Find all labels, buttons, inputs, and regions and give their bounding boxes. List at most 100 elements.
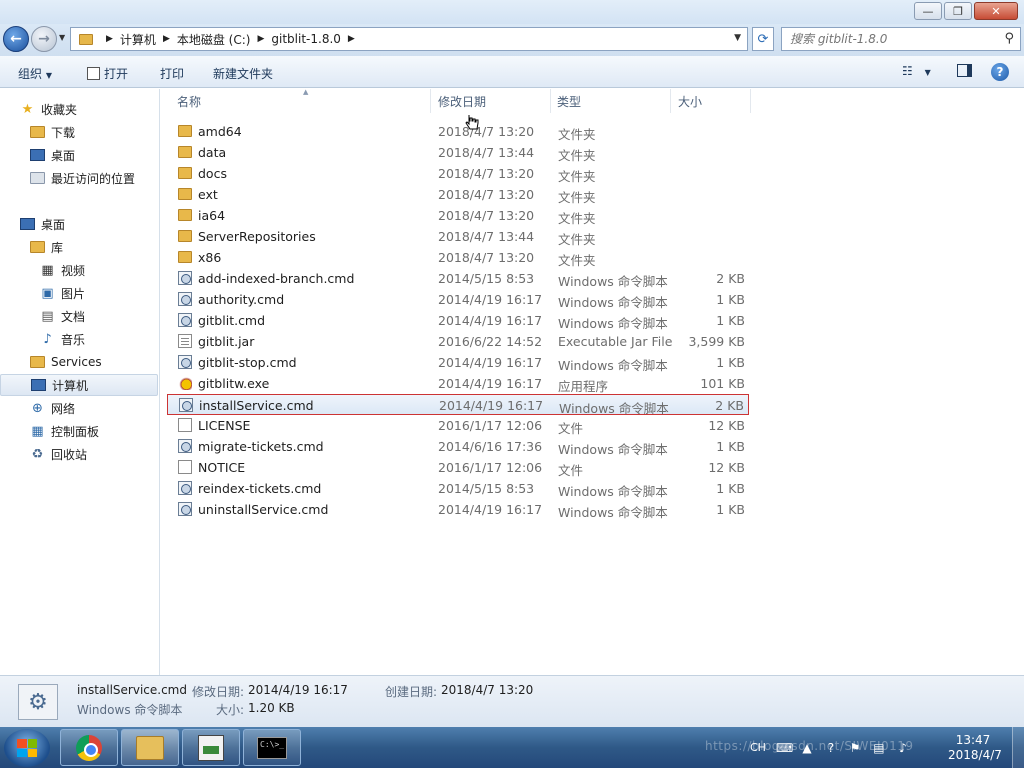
table-row[interactable]: reindex-tickets.cmd 2014/5/15 8:53 Windows… [167, 478, 749, 499]
nav-documents[interactable]: ▤ 文档 [0, 305, 158, 327]
nav-favorites[interactable]: ★ 收藏夹 [0, 98, 158, 120]
table-row[interactable]: migrate-tickets.cmd 2014/6/16 17:36 Window… [167, 436, 749, 457]
column-header-type[interactable]: 类型 [551, 89, 671, 113]
nav-music[interactable]: ♪ 音乐 [0, 328, 158, 350]
recent-pages-dropdown[interactable]: ▼ [59, 33, 65, 42]
navigation-pane: ★ 收藏夹 下载 桌面 最近访问的位置 桌面 库 ▦ 视频 ▣ 图片 ▤ 文档 ♪ 音乐 … [0, 89, 160, 675]
file-size: 2 KB [715, 398, 744, 413]
nav-label: 网络 [51, 401, 76, 416]
open-icon [87, 67, 100, 80]
start-button[interactable] [4, 729, 50, 767]
column-label: 大小 [678, 94, 703, 109]
organize-label: 组织 [18, 67, 43, 81]
file-type: 文件 [558, 421, 584, 436]
file-name: gitblit.jar [198, 334, 255, 349]
windows-logo-icon [17, 739, 37, 757]
nav-network[interactable]: ⊕ 网络 [0, 397, 158, 419]
back-button[interactable]: ← [3, 26, 29, 52]
taskbar-chrome[interactable] [60, 729, 118, 766]
nav-label: 图片 [61, 286, 86, 301]
nav-recycle-bin[interactable]: ♻ 回收站 [0, 443, 158, 465]
services-folder-icon [30, 355, 45, 369]
show-desktop-button[interactable] [1012, 727, 1024, 768]
breadcrumb-computer[interactable]: 计算机 [120, 31, 156, 48]
column-label: 修改日期 [438, 94, 487, 109]
breadcrumb-gitblit[interactable]: gitblit-1.8.0 [271, 32, 341, 46]
file-date: 2016/1/17 12:06 [438, 460, 543, 475]
nav-videos[interactable]: ▦ 视频 [0, 259, 158, 281]
table-row[interactable]: docs 2018/4/7 13:20 文件夹 [167, 163, 749, 184]
help-button[interactable]: ? [991, 63, 1009, 81]
table-row[interactable]: gitblit-stop.cmd 2014/4/19 16:17 Windows 命… [167, 352, 749, 373]
nav-desktop-favorite[interactable]: 桌面 [0, 144, 158, 166]
column-header-modified[interactable]: 修改日期 [431, 89, 551, 113]
table-row[interactable]: ext 2018/4/7 13:20 文件夹 [167, 184, 749, 205]
chevron-right-icon[interactable]: ▶ [163, 34, 170, 44]
nav-services[interactable]: Services [0, 351, 158, 373]
nav-control-panel[interactable]: ▦ 控制面板 [0, 420, 158, 442]
file-date: 2018/4/7 13:20 [438, 187, 535, 202]
detail-modified-label: 修改日期: [192, 685, 245, 699]
table-row[interactable]: installService.cmd 2014/4/19 16:17 Windows… [167, 394, 749, 416]
table-row[interactable]: ia64 2018/4/7 13:20 文件夹 [167, 205, 749, 226]
file-name: x86 [198, 250, 222, 265]
new-folder-button[interactable]: 新建文件夹 [213, 65, 273, 82]
open-button[interactable]: 打开 [87, 65, 128, 82]
file-type: Windows 命令脚本 [558, 484, 668, 499]
table-row[interactable]: add-indexed-branch.cmd 2014/5/15 8:53 Wind… [167, 268, 749, 289]
column-header-size[interactable]: 大小 [671, 89, 751, 113]
close-button[interactable]: ✕ [974, 2, 1018, 20]
chevron-right-icon[interactable]: ▶ [106, 34, 113, 44]
star-icon: ★ [21, 101, 34, 117]
taskbar-editor[interactable] [182, 729, 240, 766]
table-row[interactable]: gitblit.jar 2016/6/22 14:52 Executable Jar… [167, 331, 749, 352]
table-row[interactable]: amd64 2018/4/7 13:20 文件夹 [167, 121, 749, 142]
nav-computer[interactable]: 计算机 [0, 374, 158, 396]
chevron-right-icon[interactable]: ▶ [348, 34, 355, 44]
organize-button[interactable]: 组织 ▼ [18, 65, 52, 82]
search-icon[interactable]: ⚲ [1004, 31, 1014, 46]
taskbar-explorer[interactable] [121, 729, 179, 766]
address-bar[interactable]: ▶ 计算机 ▶ 本地磁盘 (C:) ▶ gitblit-1.8.0 ▶ ▼ [70, 27, 748, 51]
clock[interactable]: 13:47 2018/4/7 [948, 733, 1002, 763]
table-row[interactable]: gitblitw.exe 2014/4/19 16:17 应用程序 101 KB [167, 373, 749, 394]
nav-downloads[interactable]: 下载 [0, 121, 158, 143]
file-name: gitblit.cmd [198, 313, 266, 328]
table-row[interactable]: LICENSE 2016/1/17 12:06 文件 12 KB [167, 415, 749, 436]
maximize-button[interactable]: ❐ [944, 2, 972, 20]
window-controls: — ❐ ✕ [912, 2, 1018, 20]
table-row[interactable]: gitblit.cmd 2014/4/19 16:17 Windows 命令脚本 1 … [167, 310, 749, 331]
cmd-file-large-icon: ⚙ [18, 684, 58, 720]
computer-icon [31, 378, 46, 392]
search-box[interactable]: ⚲ [781, 27, 1021, 51]
forward-button[interactable]: → [31, 26, 57, 52]
table-row[interactable]: authority.cmd 2014/4/19 16:17 Windows 命令脚本… [167, 289, 749, 310]
file-date: 2014/6/16 17:36 [438, 439, 543, 454]
minimize-button[interactable]: — [914, 2, 942, 20]
view-options-button[interactable]: ☷ ▼ [902, 64, 931, 78]
nav-pictures[interactable]: ▣ 图片 [0, 282, 158, 304]
address-dropdown-icon[interactable]: ▼ [734, 33, 741, 43]
preview-pane-icon [957, 64, 972, 77]
table-row[interactable]: x86 2018/4/7 13:20 文件夹 [167, 247, 749, 268]
search-input[interactable] [790, 32, 990, 46]
detail-created-value: 2018/4/7 13:20 [441, 683, 534, 697]
breadcrumb-local-disk[interactable]: 本地磁盘 (C:) [177, 31, 251, 48]
table-row[interactable]: data 2018/4/7 13:44 文件夹 [167, 142, 749, 163]
print-button[interactable]: 打印 [160, 65, 184, 82]
column-header-name[interactable]: 名称 ▲ [167, 88, 431, 113]
file-size: 1 KB [716, 439, 745, 454]
taskbar-cmd[interactable]: C:\>_ [243, 729, 301, 766]
nav-label: 计算机 [52, 378, 89, 393]
table-row[interactable]: ServerRepositories 2018/4/7 13:44 文件夹 [167, 226, 749, 247]
nav-libraries[interactable]: 库 [0, 236, 158, 258]
preview-pane-button[interactable] [957, 64, 972, 80]
nav-recent-places[interactable]: 最近访问的位置 [0, 167, 158, 189]
file-name: data [198, 145, 227, 160]
table-row[interactable]: uninstallService.cmd 2014/4/19 16:17 Windo… [167, 499, 749, 520]
table-row[interactable]: NOTICE 2016/1/17 12:06 文件 12 KB [167, 457, 749, 478]
document-icon: ▤ [41, 308, 54, 324]
refresh-button[interactable]: ⟳ [752, 27, 774, 51]
nav-desktop[interactable]: 桌面 [0, 213, 158, 235]
chevron-right-icon[interactable]: ▶ [257, 34, 264, 44]
